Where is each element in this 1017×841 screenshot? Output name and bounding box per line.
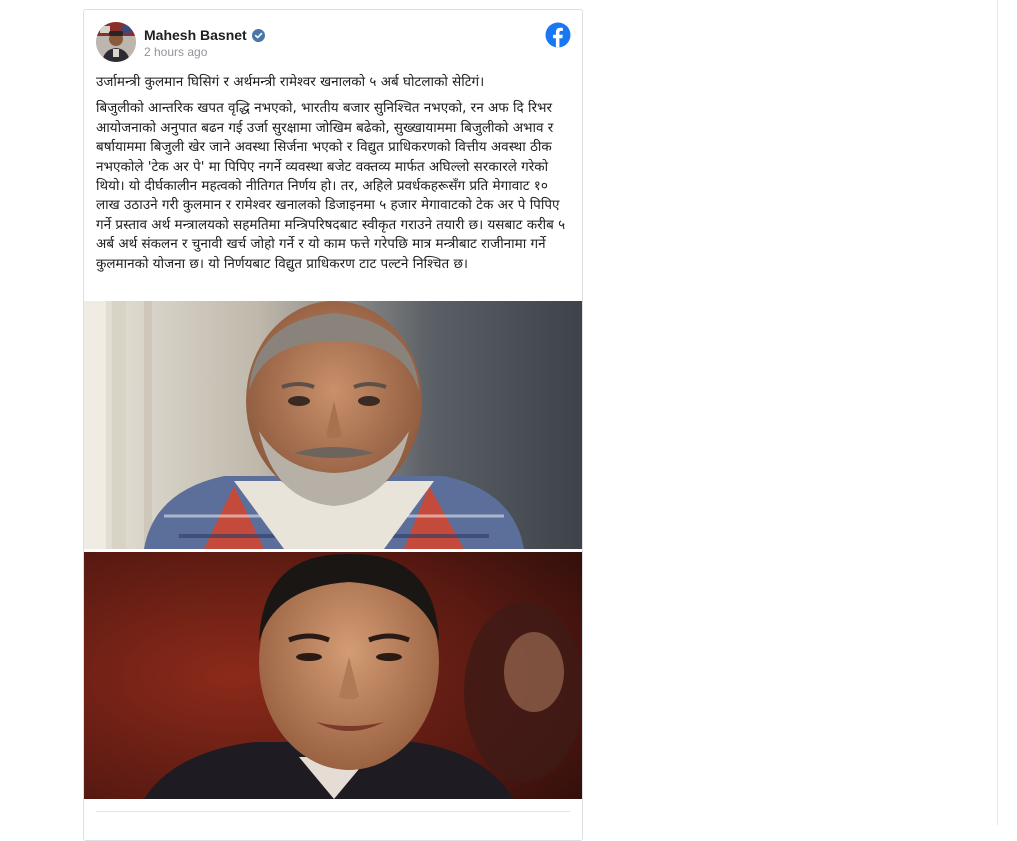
post-paragraph: बिजुलीको आन्तरिक खपत वृद्धि नभएको, भारती… — [96, 100, 566, 272]
author-row: Mahesh Basnet — [144, 26, 265, 44]
post-header: Mahesh Basnet 2 hours ago — [84, 10, 582, 72]
page-divider — [997, 0, 998, 825]
post-headline: उर्जामन्त्री कुलमान घिसिगं र अर्थमन्त्री… — [96, 74, 485, 90]
author-name[interactable]: Mahesh Basnet — [144, 27, 247, 43]
verified-badge-icon — [251, 28, 265, 42]
post-photo-1[interactable] — [84, 301, 582, 549]
facebook-icon[interactable] — [545, 22, 571, 48]
post-body: उर्जामन्त्री कुलमान घिसिगं र अर्थमन्त्री… — [96, 73, 566, 281]
post-footer-divider — [96, 811, 570, 812]
post-timestamp[interactable]: 2 hours ago — [144, 45, 207, 59]
author-avatar[interactable] — [96, 22, 136, 62]
facebook-post-card: Mahesh Basnet 2 hours ago उर्जामन्त्री क… — [83, 9, 583, 841]
post-photo-2[interactable] — [84, 552, 582, 799]
